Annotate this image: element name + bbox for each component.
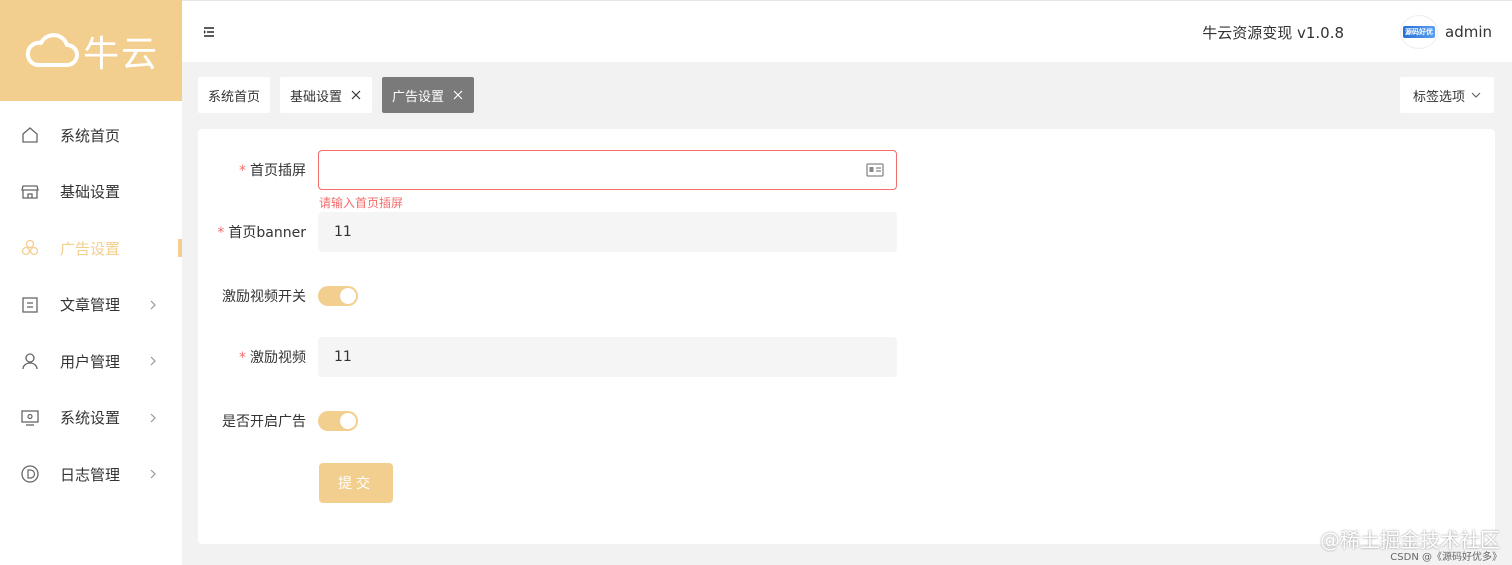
sidebar-item-label: 广告设置 — [60, 239, 121, 258]
logo-text: 牛云 — [82, 33, 159, 75]
sidebar: 牛云 系统首页 基础设置 广告设置 文章管理 用户管理 系统设置 日志管理 — [0, 0, 182, 565]
top-header: 牛云资源变现 v1.0.8 源码好优多 admin — [182, 0, 1512, 62]
tab-home[interactable]: 系统首页 — [198, 77, 271, 113]
sidebar-item-label: 基础设置 — [60, 183, 121, 202]
cloud-logo-icon — [25, 32, 79, 67]
avatar[interactable]: 源码好优多 — [1400, 15, 1438, 49]
tab-options-label: 标签选项 — [1412, 89, 1465, 105]
reward-video-input[interactable]: 11 — [318, 337, 897, 377]
form-label: 激励视频开关 — [222, 289, 306, 305]
switch-knob — [340, 288, 356, 304]
chevron-right-icon — [150, 413, 156, 423]
form-label: * 首页插屏 — [239, 163, 306, 179]
sidebar-item-ad-settings[interactable]: 广告设置 — [0, 220, 182, 277]
chevron-right-icon — [150, 300, 156, 310]
close-icon[interactable] — [350, 89, 362, 101]
enable-ads-toggle[interactable] — [318, 411, 358, 431]
reward-video-toggle[interactable] — [318, 286, 358, 306]
form-label: * 首页banner — [217, 225, 306, 241]
document-icon — [20, 295, 40, 315]
circles-icon — [20, 238, 40, 258]
logo[interactable]: 牛云 — [0, 0, 182, 101]
home-banner-input[interactable]: 11 — [318, 212, 897, 252]
store-icon — [20, 182, 40, 202]
sidebar-item-system-settings[interactable]: 系统设置 — [0, 390, 182, 447]
sidebar-item-home[interactable]: 系统首页 — [0, 107, 182, 164]
required-asterisk: * — [239, 163, 246, 179]
sidebar-item-label: 用户管理 — [60, 352, 121, 371]
user-icon — [20, 351, 40, 371]
sidebar-item-label: 文章管理 — [60, 296, 121, 315]
form-label: * 激励视频 — [239, 350, 306, 366]
id-card-icon — [866, 163, 884, 177]
sidebar-item-label: 系统设置 — [60, 409, 121, 428]
tab-options-dropdown[interactable]: 标签选项 — [1400, 77, 1494, 113]
tab-label: 系统首页 — [208, 89, 261, 105]
required-asterisk: * — [239, 350, 246, 366]
avatar-logo: 源码好优多 — [1403, 26, 1435, 48]
sidebar-item-articles[interactable]: 文章管理 — [0, 277, 182, 334]
sidebar-menu: 系统首页 基础设置 广告设置 文章管理 用户管理 系统设置 日志管理 — [0, 101, 182, 503]
chevron-down-icon — [1471, 92, 1481, 98]
form-row-home-interstitial: * 首页插屏 — [198, 150, 897, 190]
hamburger-menu-icon[interactable] — [202, 25, 216, 39]
sidebar-item-label: 日志管理 — [60, 465, 121, 484]
sidebar-item-basic-settings[interactable]: 基础设置 — [0, 164, 182, 221]
sidebar-item-users[interactable]: 用户管理 — [0, 333, 182, 390]
username[interactable]: admin — [1445, 23, 1492, 41]
form-row-reward-video-switch: 激励视频开关 — [198, 286, 358, 306]
home-interstitial-input[interactable] — [318, 150, 897, 190]
sidebar-item-logs[interactable]: 日志管理 — [0, 446, 182, 503]
tab-basic-settings[interactable]: 基础设置 — [280, 77, 373, 113]
chevron-right-icon — [150, 469, 156, 479]
tab-ad-settings[interactable]: 广告设置 — [382, 77, 475, 113]
sidebar-item-label: 系统首页 — [60, 126, 121, 145]
ad-settings-form-card: * 首页插屏 请输入首页插屏 * 首页banner 11 激励视频开关 * 激励视频 … — [198, 129, 1495, 544]
tab-bar: 系统首页 基础设置 广告设置 — [198, 77, 475, 113]
circle-d-icon — [20, 464, 40, 484]
submit-button[interactable]: 提交 — [319, 463, 393, 503]
watermark-sub: CSDN @《源码好优多》 — [1390, 552, 1502, 563]
form-label: 是否开启广告 — [222, 414, 306, 430]
tab-label: 广告设置 — [392, 89, 445, 105]
form-row-home-banner: * 首页banner 11 — [198, 212, 897, 252]
tab-label: 基础设置 — [290, 89, 343, 105]
form-row-enable-ads: 是否开启广告 — [198, 411, 358, 431]
required-asterisk: * — [217, 225, 225, 241]
switch-knob — [340, 413, 356, 429]
home-interstitial-error: 请输入首页插屏 — [319, 196, 404, 210]
monitor-icon — [20, 408, 40, 428]
app-version: 牛云资源变现 v1.0.8 — [1202, 24, 1344, 42]
home-icon — [20, 125, 40, 145]
close-icon[interactable] — [452, 89, 464, 101]
chevron-right-icon — [150, 356, 156, 366]
form-row-reward-video: * 激励视频 11 — [198, 337, 897, 377]
